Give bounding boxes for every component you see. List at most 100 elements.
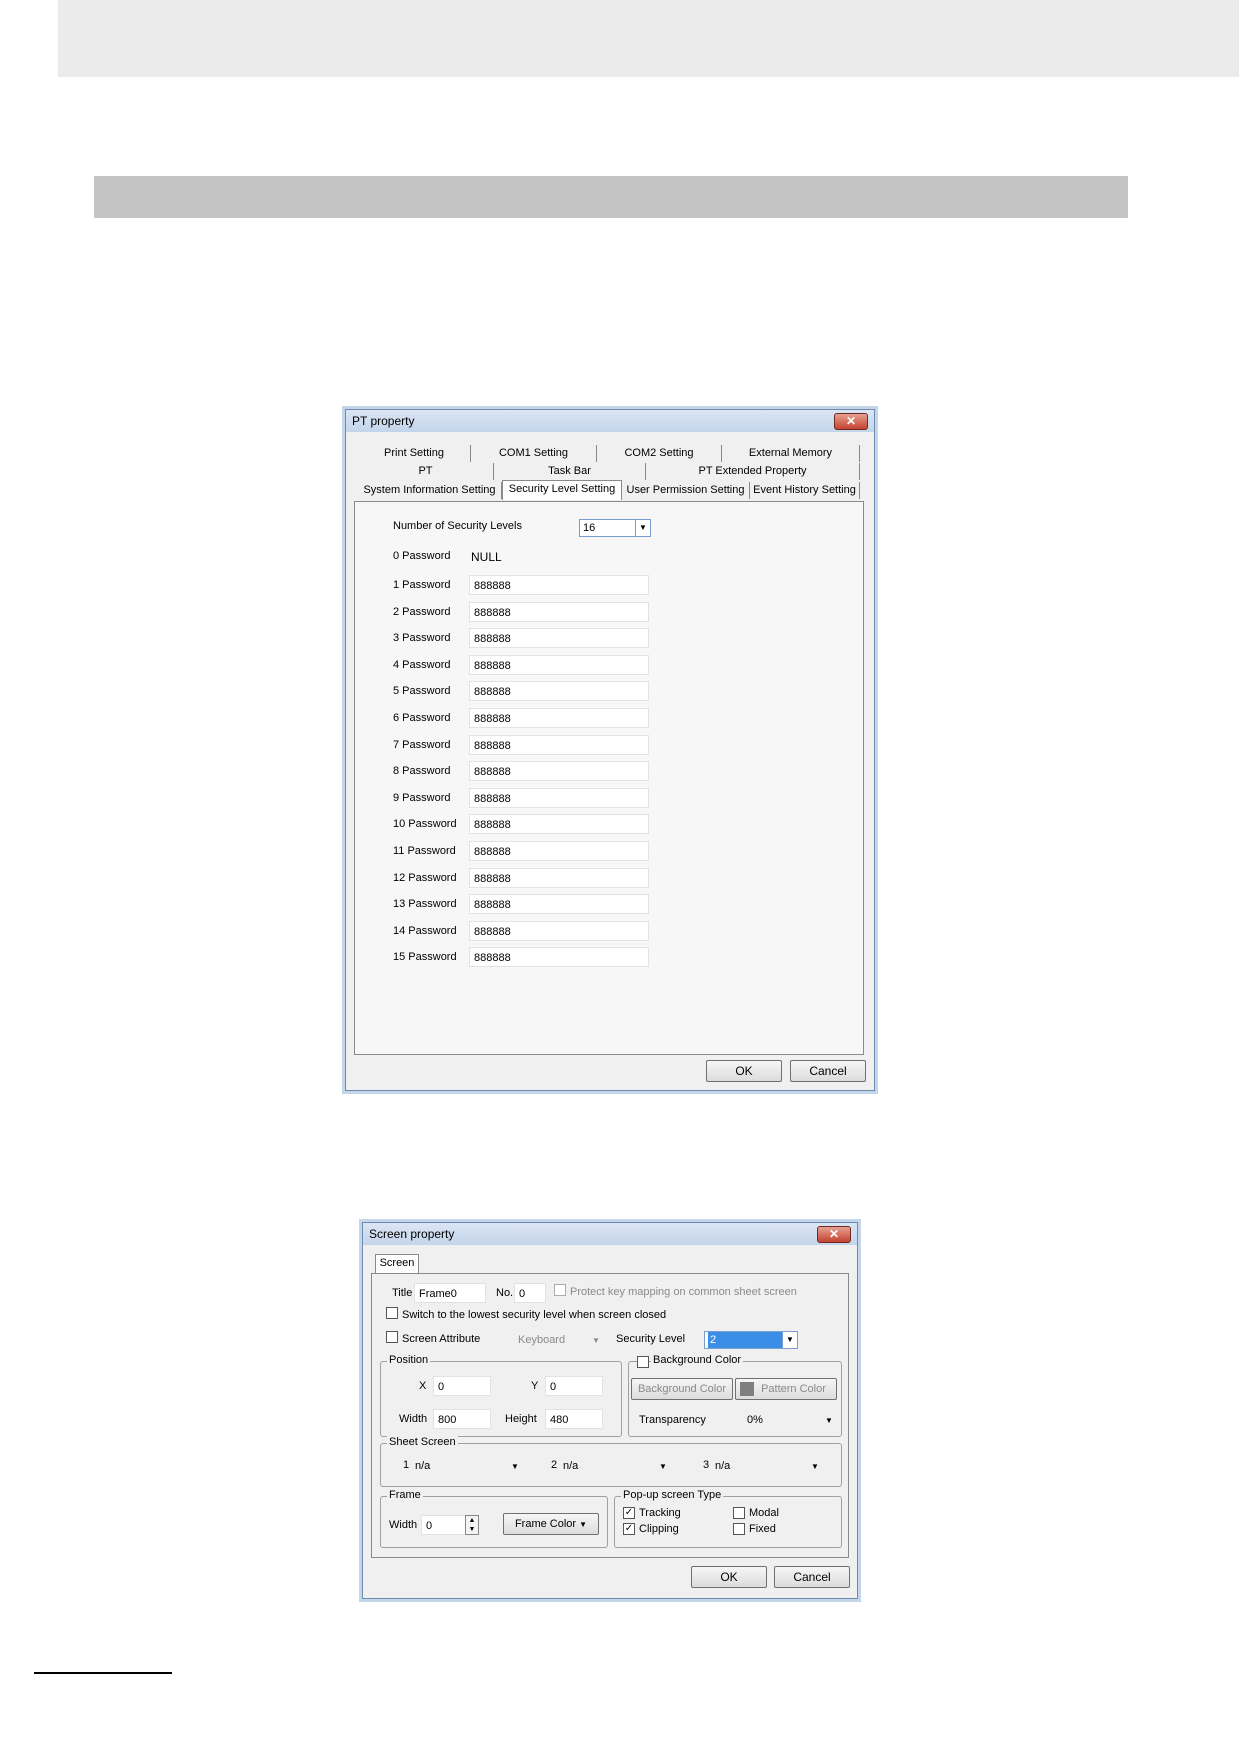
password-input[interactable]: 888888	[469, 628, 649, 649]
pt-property-dialog: PT property ✕ Print Setting COM1 Setting…	[345, 409, 875, 1091]
password-input[interactable]: 888888	[469, 761, 649, 782]
password-label: 7 Password	[393, 738, 451, 751]
y-input[interactable]: 0	[545, 1376, 603, 1396]
chevron-down-icon[interactable]: ▼	[811, 1462, 819, 1471]
background-color-checkbox[interactable]	[637, 1356, 649, 1368]
frame-width-label: Width	[389, 1519, 418, 1531]
password-label: 2 Password	[393, 605, 451, 618]
y-label: Y	[531, 1380, 539, 1392]
height-input[interactable]: 480	[545, 1409, 603, 1429]
sheet-select[interactable]: n/a	[563, 1460, 578, 1472]
title-input[interactable]: Frame0	[414, 1283, 486, 1303]
x-label: X	[419, 1380, 427, 1392]
pt-tab-row-1: Print Setting COM1 Setting COM2 Setting …	[358, 445, 863, 462]
modal-checkbox[interactable]	[733, 1507, 745, 1519]
password-input[interactable]: 888888	[469, 947, 649, 968]
transparency-value[interactable]: 0%	[747, 1414, 763, 1426]
protect-key-label: Protect key mapping on common sheet scre…	[570, 1286, 797, 1298]
tab-pt-extended-property[interactable]: PT Extended Property	[646, 463, 860, 480]
password-label: 13 Password	[393, 898, 457, 911]
password-input[interactable]: 888888	[469, 841, 649, 861]
chevron-down-icon[interactable]: ▼	[782, 1332, 797, 1348]
password-label: 14 Password	[393, 924, 457, 937]
switch-security-label: Switch to the lowest security level when…	[402, 1309, 667, 1321]
password-input[interactable]: 888888	[469, 920, 649, 941]
clipping-checkbox[interactable]: ✓	[623, 1523, 635, 1535]
password-input[interactable]: 888888	[469, 575, 649, 595]
password-input[interactable]: 888888	[469, 681, 649, 702]
fixed-checkbox[interactable]	[733, 1523, 745, 1535]
background-color-group: Background Color Background Color Patter…	[628, 1354, 842, 1437]
background-color-button[interactable]: Background Color	[631, 1378, 733, 1400]
security-levels-select[interactable]: 16 ▼	[579, 519, 651, 537]
password-label: 11 Password	[393, 845, 456, 857]
screen-attribute-value[interactable]: Keyboard	[518, 1334, 565, 1346]
password-input[interactable]: 888888	[469, 601, 649, 622]
footer-rule	[34, 1672, 172, 1674]
chevron-down-icon[interactable]: ▼	[511, 1462, 519, 1471]
tab-task-bar[interactable]: Task Bar	[494, 463, 646, 480]
protect-key-checkbox[interactable]	[554, 1284, 566, 1296]
pattern-color-swatch	[740, 1382, 754, 1397]
sheet-select[interactable]: n/a	[415, 1460, 430, 1472]
sheet-select[interactable]: n/a	[715, 1460, 730, 1472]
ok-button[interactable]: OK	[706, 1060, 782, 1082]
password-label: 5 Password	[393, 685, 451, 698]
password-label: 15 Password	[393, 951, 457, 964]
tab-print-setting[interactable]: Print Setting	[358, 445, 471, 462]
password-input[interactable]: 888888	[469, 894, 649, 915]
tab-external-memory[interactable]: External Memory	[722, 445, 860, 462]
no-input[interactable]: 0	[514, 1283, 546, 1303]
tab-security-level-setting[interactable]: Security Level Setting	[502, 480, 622, 500]
section-heading-bar	[94, 176, 1128, 218]
password-label: 8 Password	[393, 765, 451, 778]
x-input[interactable]: 0	[433, 1376, 491, 1396]
chevron-down-icon: ▼	[579, 1520, 588, 1529]
close-icon[interactable]: ✕	[817, 1226, 851, 1243]
chevron-down-icon[interactable]: ▼	[659, 1462, 667, 1471]
ok-button[interactable]: OK	[691, 1566, 767, 1588]
height-label: Height	[505, 1413, 537, 1425]
chevron-down-icon[interactable]: ▼	[635, 520, 650, 536]
tab-com2-setting[interactable]: COM2 Setting	[597, 445, 722, 462]
security-levels-value: 16	[583, 522, 596, 534]
security-levels-label: Number of Security Levels	[393, 520, 522, 532]
screen-panel: Title Frame0 No. 0 Protect key mapping o…	[371, 1273, 849, 1558]
password-input[interactable]: 888888	[469, 867, 649, 888]
popup-type-caption: Pop-up screen Type	[621, 1489, 724, 1501]
switch-security-checkbox[interactable]	[386, 1307, 398, 1319]
frame-width-stepper[interactable]: 0	[421, 1515, 471, 1535]
position-caption: Position	[387, 1354, 431, 1366]
screen-attribute-checkbox[interactable]	[386, 1331, 398, 1343]
password-input[interactable]: 888888	[469, 734, 649, 755]
chevron-down-icon[interactable]: ▼	[592, 1336, 600, 1345]
security-level-select[interactable]: 2 ▼	[704, 1331, 798, 1349]
tab-system-information-setting[interactable]: System Information Setting	[358, 482, 502, 499]
position-group: Position X 0 Y 0 Width 800 Height 480	[380, 1354, 622, 1437]
width-input[interactable]: 800	[433, 1409, 491, 1429]
pattern-color-button[interactable]: Pattern Color	[735, 1378, 837, 1400]
tracking-checkbox[interactable]: ✓	[623, 1507, 635, 1519]
sheet-number-label: 3	[703, 1459, 710, 1471]
chevron-down-icon[interactable]: ▼	[825, 1416, 833, 1425]
modal-label: Modal	[749, 1507, 779, 1519]
frame-color-button[interactable]: Frame Color ▼	[503, 1513, 599, 1535]
password-label: 1 Password	[393, 579, 451, 591]
close-icon[interactable]: ✕	[834, 413, 868, 430]
transparency-label: Transparency	[639, 1414, 706, 1426]
password-input[interactable]: 888888	[469, 654, 649, 675]
tab-screen[interactable]: Screen	[375, 1254, 419, 1274]
password-input[interactable]: 888888	[469, 787, 649, 808]
tab-user-permission-setting[interactable]: User Permission Setting	[622, 482, 750, 499]
pt-tab-row-2: PT Task Bar PT Extended Property	[358, 463, 863, 480]
screen-dialog-title: Screen property	[369, 1227, 455, 1241]
cancel-button[interactable]: Cancel	[774, 1566, 850, 1588]
tab-com1-setting[interactable]: COM1 Setting	[471, 445, 597, 462]
stepper-arrows-icon[interactable]: ▲ ▼	[465, 1515, 479, 1535]
tab-pt[interactable]: PT	[358, 463, 494, 480]
pattern-color-label: Pattern Color	[761, 1383, 826, 1395]
tab-event-history-setting[interactable]: Event History Setting	[750, 482, 860, 499]
cancel-button[interactable]: Cancel	[790, 1060, 866, 1082]
password-input[interactable]: 888888	[469, 814, 649, 835]
password-input[interactable]: 888888	[469, 708, 649, 728]
